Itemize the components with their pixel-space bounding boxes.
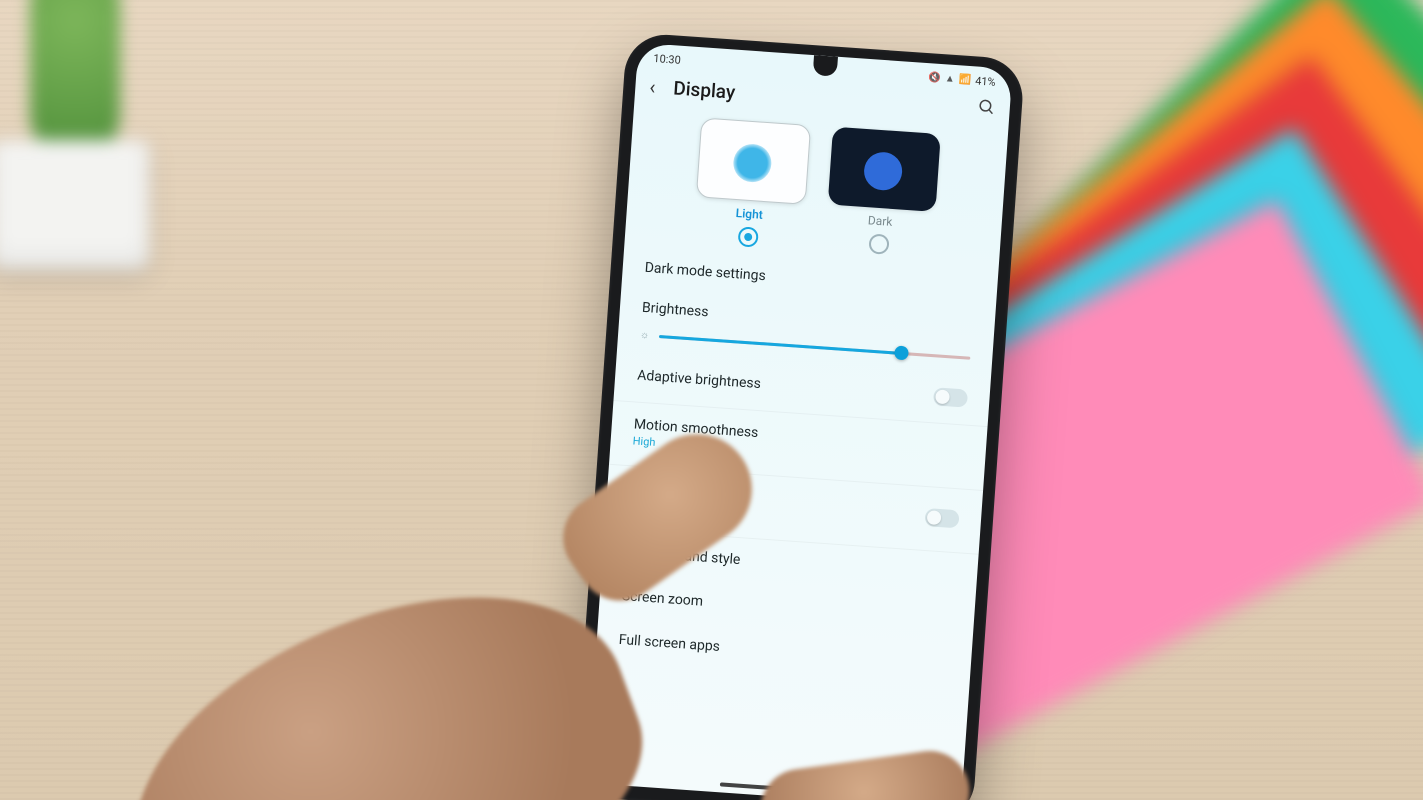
status-time: 10:30 xyxy=(653,52,681,67)
back-button[interactable]: ‹ xyxy=(649,76,656,96)
label-dark-mode-settings: Dark mode settings xyxy=(644,260,975,299)
theme-option-dark[interactable]: Dark xyxy=(824,127,941,260)
theme-radio-dark[interactable] xyxy=(868,233,889,254)
theme-selector: Light Dark xyxy=(625,107,1008,267)
label-full-screen-apps: Full screen apps xyxy=(618,632,949,671)
theme-radio-light[interactable] xyxy=(737,226,758,247)
phone-screen: 10:30 🔇 ▲ 📶 41% ‹ Display Light xyxy=(587,43,1013,800)
brightness-low-icon: ☼ xyxy=(640,329,650,341)
plant-pot xyxy=(0,0,180,290)
toggle-adaptive-brightness[interactable] xyxy=(933,387,968,407)
toggle-eye-comfort[interactable] xyxy=(925,508,960,528)
mute-icon: 🔇 xyxy=(928,72,941,84)
home-indicator[interactable] xyxy=(719,782,829,794)
phone-frame: 10:30 🔇 ▲ 📶 41% ‹ Display Light xyxy=(574,32,1025,800)
photo-scene: 10:30 🔇 ▲ 📶 41% ‹ Display Light xyxy=(0,0,1423,800)
signal-icon: 📶 xyxy=(958,74,971,86)
theme-label-light: Light xyxy=(735,206,763,222)
theme-label-dark: Dark xyxy=(867,213,892,229)
settings-list: Dark mode settings Brightness ☼ Adapt xyxy=(595,240,998,686)
search-icon[interactable] xyxy=(977,98,997,122)
theme-preview-dark xyxy=(827,127,940,212)
label-adaptive-brightness: Adaptive brightness xyxy=(637,368,968,407)
theme-preview-light xyxy=(695,117,810,204)
status-battery: 41% xyxy=(975,74,996,88)
theme-option-light[interactable]: Light xyxy=(692,117,811,250)
wifi-icon: ▲ xyxy=(945,73,956,85)
